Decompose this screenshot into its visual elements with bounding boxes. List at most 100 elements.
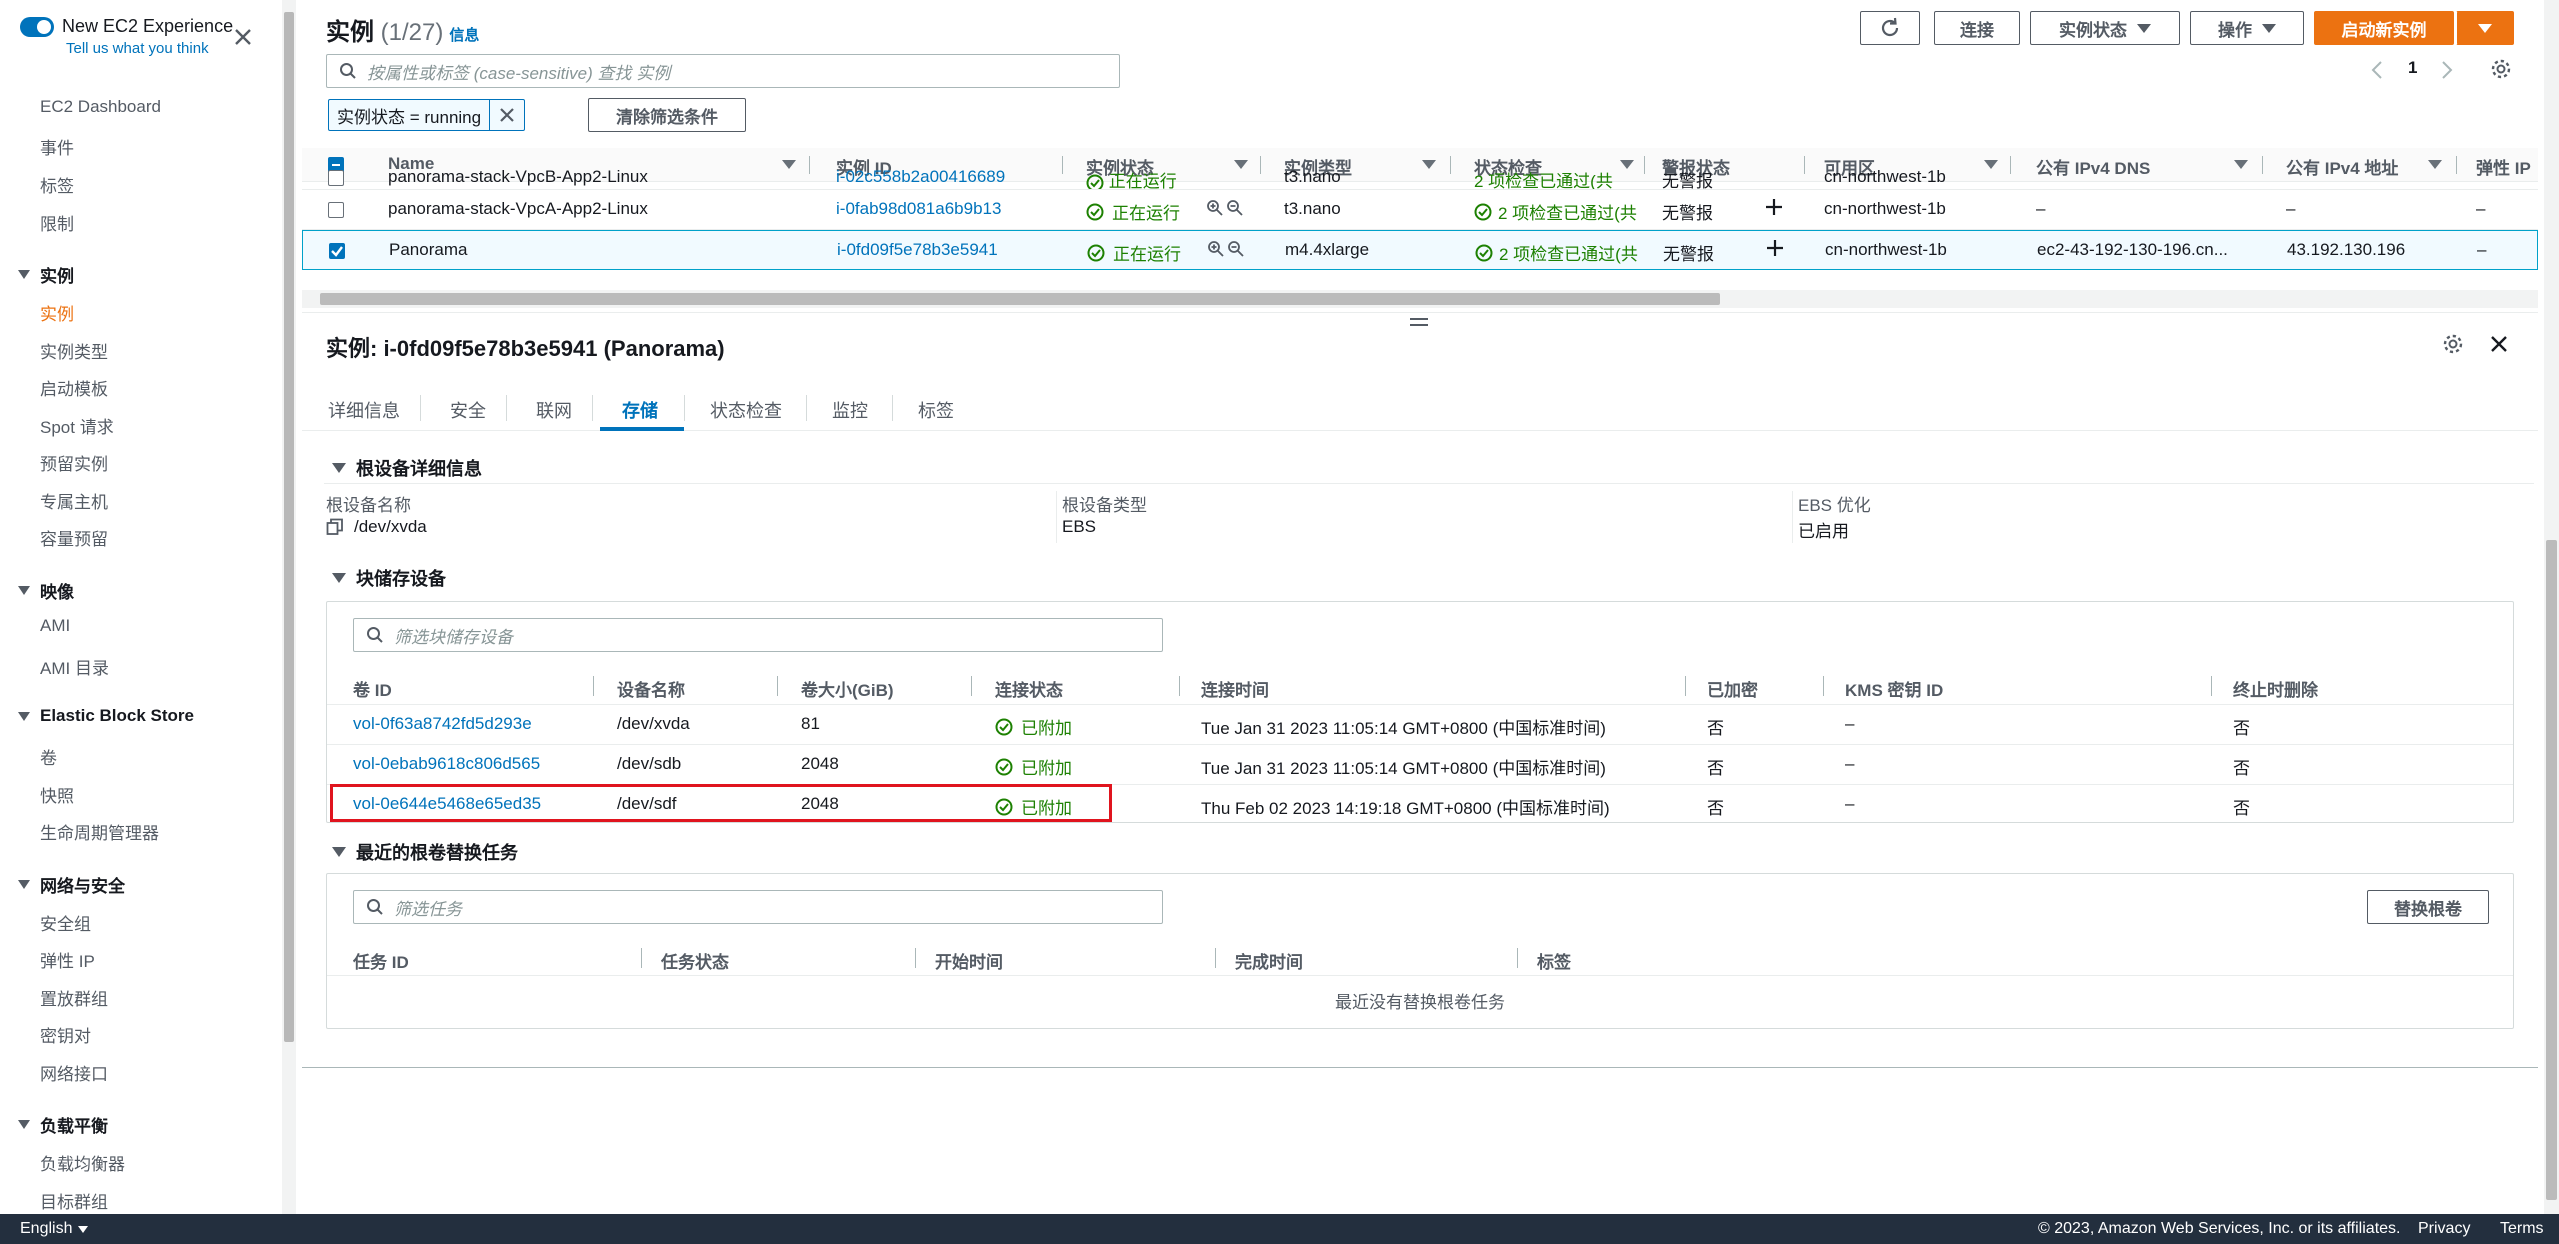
sidebar-item-instances[interactable]: 实例 [40,300,74,325]
sidebar-item-launch-templates[interactable]: 启动模板 [40,375,108,400]
sidebar-item-key-pairs[interactable]: 密钥对 [40,1022,91,1047]
sidebar-item-volumes[interactable]: 卷 [40,744,57,769]
tab-networking[interactable]: 联网 [536,397,572,423]
sidebar-item-spot-requests[interactable]: Spot 请求 [40,413,114,438]
launch-instance-button[interactable]: 启动新实例 [2314,11,2454,45]
clear-filters-button[interactable]: 清除筛选条件 [588,98,746,132]
tab-details[interactable]: 详细信息 [328,397,400,423]
sidebar-group-images[interactable]: 映像 [18,578,74,603]
instance-state-dropdown[interactable]: 实例状态 [2030,11,2180,45]
chevron-left-icon[interactable] [2370,60,2384,80]
tab-storage[interactable]: 存储 [622,397,658,423]
table-row-selected[interactable]: Panorama i-0fd09f5e78b3e5941 正在运行 m4.4xl… [302,230,2538,270]
close-icon[interactable] [2488,333,2510,355]
add-alarm-icon[interactable] [1765,238,1785,258]
row-checkbox[interactable] [328,170,344,186]
close-icon[interactable] [232,26,254,48]
instance-search-input[interactable]: 按属性或标签 (case-sensitive) 查找 实例 [326,54,1120,88]
tab-status-checks[interactable]: 状态检查 [710,397,782,423]
sidebar-item-target-groups[interactable]: 目标群组 [40,1188,108,1213]
language-selector[interactable]: English [20,1220,89,1238]
sidebar-item-capacity-reservations[interactable]: 容量预留 [40,525,108,550]
gear-icon[interactable] [2490,58,2512,80]
sidebar-group-network-security[interactable]: 网络与安全 [18,872,125,897]
remove-filter-button[interactable] [490,100,524,130]
tab-monitoring[interactable]: 监控 [832,397,868,423]
col-task-id[interactable]: 任务 ID [353,948,409,973]
sidebar-scrollbar-thumb[interactable] [284,12,294,1042]
col-encrypted[interactable]: 已加密 [1707,676,1758,701]
tab-tags[interactable]: 标签 [918,397,954,423]
privacy-link[interactable]: Privacy [2418,1220,2470,1238]
sidebar-item-elastic-ip[interactable]: 弹性 IP [40,947,95,972]
new-experience-toggle[interactable] [20,17,54,37]
col-tags[interactable]: 标签 [1537,948,1571,973]
connect-button[interactable]: 连接 [1934,11,2020,45]
sidebar-item-instance-types[interactable]: 实例类型 [40,338,108,363]
root-replace-section-header[interactable]: 最近的根卷替换任务 [332,839,518,865]
sidebar-item-ec2-dashboard[interactable]: EC2 Dashboard [40,97,161,117]
block-device-filter-input[interactable]: 筛选块储存设备 [353,618,1163,652]
feedback-link[interactable]: Tell us what you think [66,40,209,57]
col-volume-size[interactable]: 卷大小(GiB) [801,676,894,701]
table-row[interactable]: panorama-stack-VpcB-App2-Linux i-02c558b… [302,168,2538,190]
instance-id-link[interactable]: i-02c558b2a00416689 [836,168,1005,187]
sidebar-item-snapshots[interactable]: 快照 [40,782,74,807]
task-filter-input[interactable]: 筛选任务 [353,890,1163,924]
sidebar-item-reserved-instances[interactable]: 预留实例 [40,450,108,475]
col-complete-time[interactable]: 完成时间 [1235,948,1303,973]
zoom-out-icon[interactable] [1226,199,1244,217]
col-start-time[interactable]: 开始时间 [935,948,1003,973]
sidebar-group-load-balancing[interactable]: 负载平衡 [18,1112,108,1137]
col-task-status[interactable]: 任务状态 [661,948,729,973]
info-link[interactable]: 信息 [449,27,479,44]
root-device-section-header[interactable]: 根设备详细信息 [332,455,482,481]
zoom-icons[interactable] [1206,199,1244,217]
sidebar-item-ami[interactable]: AMI [40,616,70,636]
volume-id-link[interactable]: vol-0f63a8742fd5d293e [353,714,532,734]
filter-token: 实例状态 = running [328,99,526,131]
row-checkbox[interactable] [329,243,345,259]
sidebar-group-instances[interactable]: 实例 [18,262,74,287]
tab-security[interactable]: 安全 [450,397,486,423]
table-row[interactable]: panorama-stack-VpcA-App2-Linux i-0fab98d… [302,190,2538,230]
gear-icon[interactable] [2442,333,2464,355]
col-kms-key-id[interactable]: KMS 密钥 ID [1845,676,1943,701]
sidebar-item-events[interactable]: 事件 [40,134,74,159]
col-attach-time[interactable]: 连接时间 [1201,676,1269,701]
col-device-name[interactable]: 设备名称 [617,676,685,701]
terms-link[interactable]: Terms [2500,1220,2544,1238]
sidebar-item-tags[interactable]: 标签 [40,172,74,197]
zoom-in-icon[interactable] [1206,199,1224,217]
add-alarm-icon[interactable] [1764,197,1784,217]
block-devices-section-header[interactable]: 块储存设备 [332,565,446,591]
instance-id-link[interactable]: i-0fd09f5e78b3e5941 [837,240,998,260]
zoom-icons[interactable] [1207,240,1245,258]
replace-root-volume-button[interactable]: 替换根卷 [2367,890,2489,924]
sidebar-item-load-balancers[interactable]: 负载均衡器 [40,1150,125,1175]
sidebar-item-ami-catalog[interactable]: AMI 目录 [40,654,109,679]
row-checkbox[interactable] [328,202,344,218]
copy-icon[interactable] [326,518,344,536]
zoom-in-icon[interactable] [1207,240,1225,258]
sidebar-item-security-groups[interactable]: 安全组 [40,910,91,935]
page-number[interactable]: 1 [2408,58,2417,78]
table-scrollbar-thumb[interactable] [320,293,1720,305]
sidebar-item-limits[interactable]: 限制 [40,210,74,235]
instance-id-link[interactable]: i-0fab98d081a6b9b13 [836,199,1001,219]
col-attach-status[interactable]: 连接状态 [995,676,1063,701]
refresh-button[interactable] [1860,11,1920,45]
page-scrollbar-thumb[interactable] [2546,540,2557,1200]
sidebar-item-network-interfaces[interactable]: 网络接口 [40,1060,108,1085]
col-delete-on-termination[interactable]: 终止时删除 [2233,676,2318,701]
chevron-right-icon[interactable] [2440,60,2454,80]
actions-dropdown[interactable]: 操作 [2190,11,2304,45]
sidebar-group-ebs[interactable]: Elastic Block Store [18,706,194,726]
col-volume-id[interactable]: 卷 ID [353,676,392,701]
launch-options-dropdown[interactable] [2456,11,2514,45]
sidebar-item-dedicated-hosts[interactable]: 专属主机 [40,488,108,513]
sidebar-item-placement-groups[interactable]: 置放群组 [40,985,108,1010]
zoom-out-icon[interactable] [1227,240,1245,258]
sidebar-item-lifecycle-manager[interactable]: 生命周期管理器 [40,819,159,844]
volume-id-link[interactable]: vol-0ebab9618c806d565 [353,754,540,774]
